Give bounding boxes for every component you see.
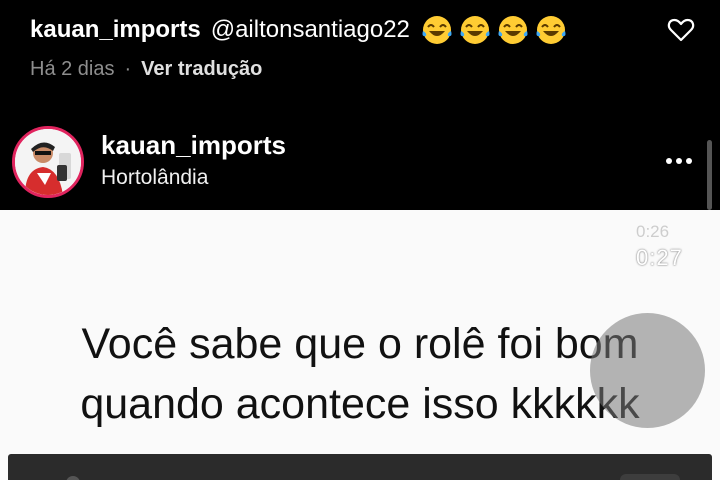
comment-row: kauan_imports @ailtonsantiago22: [30, 12, 568, 48]
post-location[interactable]: Hortolândia: [101, 166, 208, 190]
more-horizontal-icon[interactable]: [664, 156, 694, 166]
video-bottom-bar: [8, 454, 712, 480]
laughing-tears-emoji-icon: [498, 16, 528, 44]
comment-username[interactable]: kauan_imports: [30, 16, 201, 44]
video-timer: 0:27: [636, 245, 683, 270]
comment-meta: Há 2 dias · Ver tradução: [30, 58, 262, 81]
video-timer-faded: 0:26: [636, 222, 670, 241]
emoji-group: [420, 13, 568, 47]
comment-timestamp: Há 2 dias: [30, 58, 115, 80]
laughing-tears-emoji-icon: [422, 16, 452, 44]
comment-mention[interactable]: @ailtonsantiago22: [211, 16, 410, 44]
post-username[interactable]: kauan_imports: [101, 130, 286, 161]
heart-outline-icon[interactable]: [667, 17, 695, 43]
avatar-photo: [15, 129, 81, 195]
laughing-tears-emoji-icon: [536, 16, 566, 44]
touch-indicator: [590, 313, 705, 428]
meta-separator: ·: [124, 58, 132, 80]
laughing-tears-emoji-icon: [460, 16, 490, 44]
translate-link[interactable]: Ver tradução: [141, 58, 262, 81]
bottom-bar-pill: [620, 474, 680, 480]
bottom-bar-avatar: [66, 476, 80, 480]
post-header: kauan_imports Hortolândia: [0, 118, 720, 210]
avatar[interactable]: [12, 126, 84, 198]
scrollbar[interactable]: [707, 140, 712, 210]
video-player[interactable]: 0:26 0:27 Você sabe que o rolê foi bom q…: [0, 210, 720, 480]
